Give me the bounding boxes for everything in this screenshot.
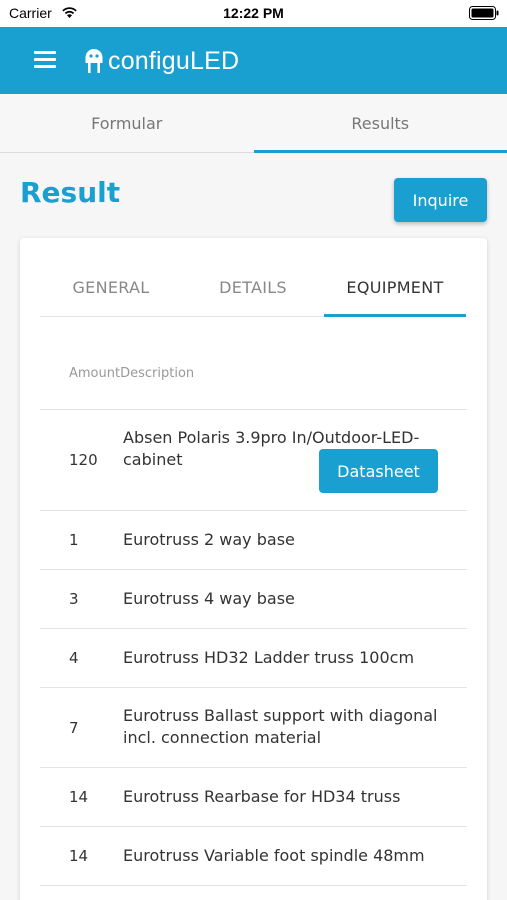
row-amount: 3 (69, 590, 79, 608)
inquire-button[interactable]: Inquire (394, 178, 487, 222)
table-header: AmountDescription (69, 366, 194, 381)
app-header: configuLED (0, 27, 507, 94)
tab-general[interactable]: GENERAL (40, 258, 182, 316)
table-row: 4 Eurotruss HD32 Ladder truss 100cm (40, 629, 467, 688)
row-description: Eurotruss Rearbase for HD34 truss (123, 786, 400, 808)
row-description-line: Eurotruss Rearbase for HD34 truss (123, 787, 401, 806)
tab-details[interactable]: DETAILS (182, 258, 324, 316)
status-bar: Carrier 12:22 PM (0, 0, 507, 27)
hamburger-menu-icon[interactable] (34, 51, 56, 69)
datasheet-button[interactable]: Datasheet (319, 449, 438, 493)
battery-icon (469, 6, 499, 20)
logo-text: configuLED (108, 46, 240, 75)
row-amount: 14 (69, 788, 89, 806)
table-row: 120 Absen Polaris 3.9pro In/Outdoor-LED-… (40, 410, 467, 511)
result-card: GENERAL DETAILS EQUIPMENT AmountDescript… (20, 238, 487, 900)
row-description-line: incl. connection material (123, 728, 322, 747)
tab-results[interactable]: Results (253, 94, 507, 153)
table-row: 14 Eurotruss Rearbase for HD34 truss (40, 768, 467, 827)
row-description: Eurotruss 2 way base (123, 529, 295, 551)
row-description-line: Eurotruss 2 way base (123, 530, 295, 549)
row-description: Eurotruss HD32 Ladder truss 100cm (123, 647, 414, 669)
table-row: 1 Eurotruss 2 way base (40, 511, 467, 570)
table-row: 14 Eurotruss Variable foot spindle 48mm (40, 827, 467, 886)
table-row: 7 Eurotruss Ballast support with diagona… (40, 688, 467, 768)
row-description-line: Eurotruss Ballast support with diagonal (123, 706, 438, 725)
equipment-table: 120 Absen Polaris 3.9pro In/Outdoor-LED-… (40, 409, 467, 886)
row-amount: 120 (69, 451, 98, 469)
status-time: 12:22 PM (223, 5, 284, 21)
top-tab-bar: Formular Results (0, 94, 507, 153)
row-description: Eurotruss 4 way base (123, 588, 295, 610)
column-header-description: Description (120, 366, 195, 381)
row-amount: 7 (69, 718, 79, 737)
row-description-line: Eurotruss 4 way base (123, 589, 295, 608)
result-tab-bar: GENERAL DETAILS EQUIPMENT (40, 258, 467, 317)
app-logo: configuLED (84, 45, 239, 77)
led-bulb-icon (85, 49, 103, 73)
row-description: Eurotruss Variable foot spindle 48mm (123, 845, 425, 867)
table-row: 3 Eurotruss 4 way base (40, 570, 467, 629)
row-amount: 1 (69, 531, 79, 549)
row-amount: 14 (69, 847, 89, 865)
column-header-amount: Amount (69, 366, 121, 381)
row-description: Eurotruss Ballast support with diagonal … (123, 705, 437, 749)
tab-formular[interactable]: Formular (0, 94, 254, 152)
row-amount: 4 (69, 649, 79, 667)
page-title: Result (20, 176, 121, 209)
row-description-line: Eurotruss HD32 Ladder truss 100cm (123, 648, 415, 667)
row-description-line: Eurotruss Variable foot spindle 48mm (123, 846, 425, 865)
tab-equipment[interactable]: EQUIPMENT (324, 258, 466, 317)
row-description-line: Absen Polaris 3.9pro In/Outdoor-LED- (123, 428, 420, 447)
